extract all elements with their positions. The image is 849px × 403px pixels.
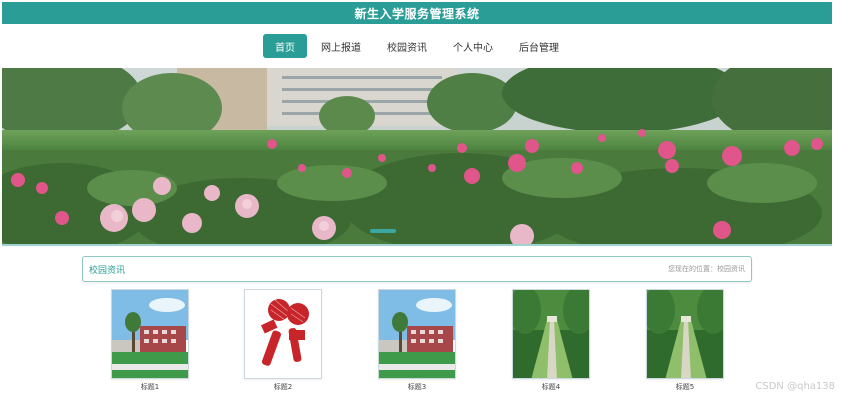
- site-title-bar: 新生入学服务管理系统: [2, 2, 832, 24]
- news-thumbnail-image[interactable]: [378, 289, 456, 379]
- thumbnail-label[interactable]: 标题2: [244, 382, 322, 392]
- carousel-indicator[interactable]: [370, 229, 396, 233]
- watermark: CSDN @qha138: [755, 381, 835, 392]
- nav-item-online-registration[interactable]: 网上报道: [309, 34, 373, 58]
- thumbnail-label[interactable]: 标题5: [646, 382, 724, 392]
- main-nav: 首页 网上报道 校园资讯 个人中心 后台管理: [2, 26, 832, 66]
- list-item[interactable]: 标题4: [512, 289, 590, 392]
- thumbnail-label[interactable]: 标题1: [111, 382, 189, 392]
- list-item[interactable]: 标题2: [244, 289, 322, 392]
- nav-item-campus-news[interactable]: 校园资讯: [375, 34, 439, 58]
- banner-divider: [2, 244, 832, 246]
- tree-avenue-image: [647, 290, 723, 378]
- campus-building-image: [379, 290, 455, 378]
- news-microphone-icon: [245, 290, 321, 378]
- banner-carousel[interactable]: [2, 68, 832, 244]
- news-thumbnail-image[interactable]: [512, 289, 590, 379]
- breadcrumb: 您现在的位置：校园资讯: [668, 265, 745, 273]
- nav-item-home[interactable]: 首页: [263, 34, 307, 58]
- campus-building-image: [112, 290, 188, 378]
- tree-avenue-image: [513, 290, 589, 378]
- thumbnail-label[interactable]: 标题3: [378, 382, 456, 392]
- nav-item-personal-center[interactable]: 个人中心: [441, 34, 505, 58]
- section-header: 校园资讯 您现在的位置：校园资讯: [82, 256, 752, 282]
- list-item[interactable]: 标题1: [111, 289, 189, 392]
- news-thumbnail-list: 标题1 标题2 标题3 标题4 标题5: [0, 289, 849, 399]
- news-thumbnail-image[interactable]: [646, 289, 724, 379]
- nav-item-admin[interactable]: 后台管理: [507, 34, 571, 58]
- news-thumbnail-image[interactable]: [244, 289, 322, 379]
- list-item[interactable]: 标题3: [378, 289, 456, 392]
- banner-image: [2, 68, 832, 244]
- site-title: 新生入学服务管理系统: [354, 6, 480, 21]
- news-thumbnail-image[interactable]: [111, 289, 189, 379]
- list-item[interactable]: 标题5: [646, 289, 724, 392]
- section-title: 校园资讯: [89, 265, 126, 276]
- thumbnail-label[interactable]: 标题4: [512, 382, 590, 392]
